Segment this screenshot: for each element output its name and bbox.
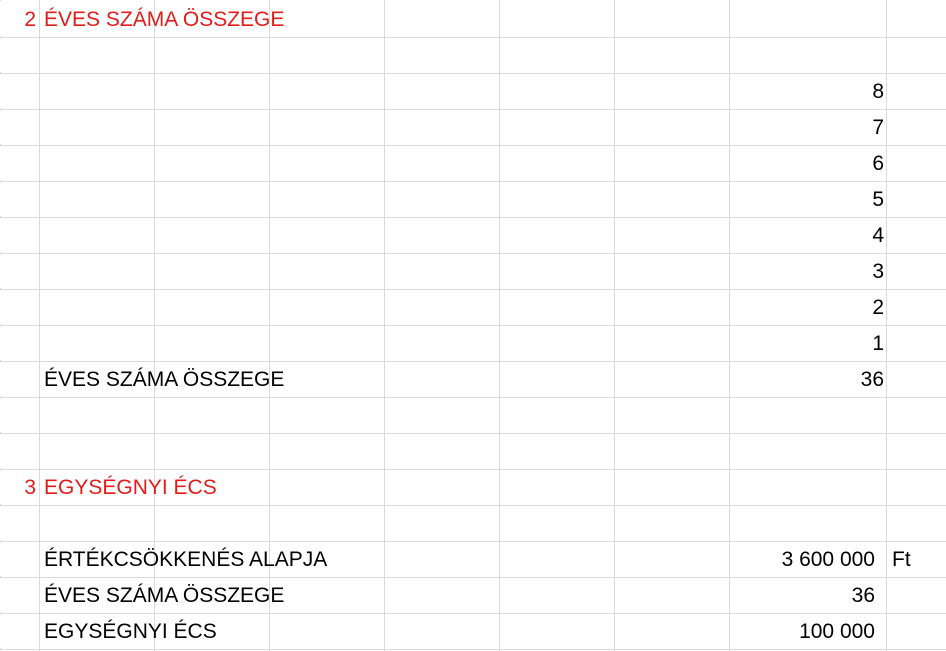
unit-depreciation-value[interactable]: 100 000 — [730, 614, 875, 650]
row-border — [0, 433, 946, 434]
spreadsheet-grid[interactable]: 2 ÉVES SZÁMA ÖSSZEGE 8 7 6 5 4 3 2 1 ÉVE… — [0, 0, 946, 651]
year-value-cell[interactable]: 5 — [730, 182, 884, 218]
sum-of-years-value[interactable]: 36 — [730, 578, 875, 614]
sum-of-years-label[interactable]: ÉVES SZÁMA ÖSSZEGE — [44, 578, 284, 614]
sum-of-years-label[interactable]: ÉVES SZÁMA ÖSSZEGE — [44, 362, 284, 398]
section-2-title[interactable]: ÉVES SZÁMA ÖSSZEGE — [44, 2, 284, 38]
year-value-cell[interactable]: 6 — [730, 146, 884, 182]
section-3-number[interactable]: 3 — [0, 470, 36, 506]
depreciation-base-label[interactable]: ÉRTÉKCSÖKKENÉS ALAPJA — [44, 542, 327, 578]
section-2-number[interactable]: 2 — [0, 2, 36, 38]
year-value-cell[interactable]: 4 — [730, 218, 884, 254]
year-value-cell[interactable]: 3 — [730, 254, 884, 290]
year-value-cell[interactable]: 8 — [730, 74, 884, 110]
unit-depreciation-label[interactable]: EGYSÉGNYI ÉCS — [44, 614, 217, 650]
year-value-cell[interactable]: 7 — [730, 110, 884, 146]
year-value-cell[interactable]: 2 — [730, 290, 884, 326]
section-3-title[interactable]: EGYSÉGNYI ÉCS — [44, 470, 217, 506]
depreciation-base-value[interactable]: 3 600 000 — [730, 542, 875, 578]
sum-of-years-value[interactable]: 36 — [730, 362, 884, 398]
currency-unit[interactable]: Ft — [892, 542, 911, 578]
year-value-cell[interactable]: 1 — [730, 326, 884, 362]
